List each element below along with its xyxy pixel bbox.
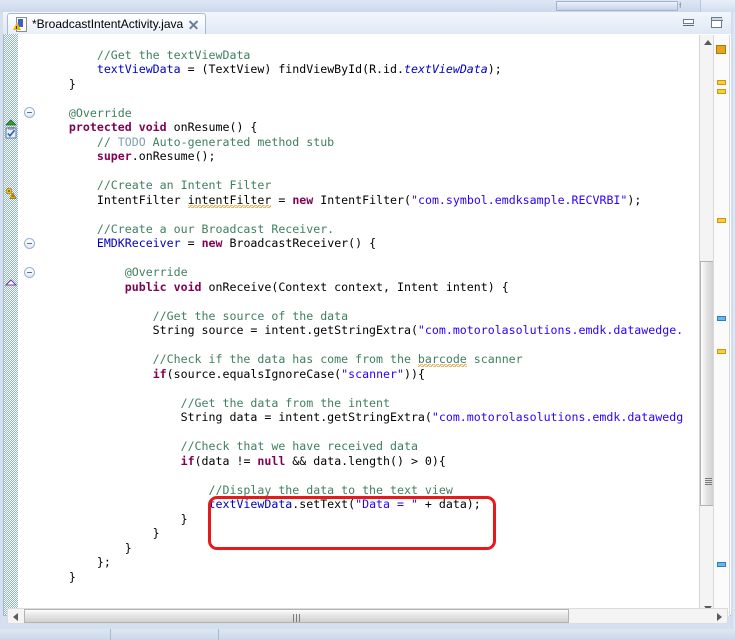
overview-marker-warning[interactable] <box>717 89 726 94</box>
background-window-field <box>556 1 678 11</box>
minimize-button[interactable] <box>681 15 696 30</box>
source-code-text: //Get the textViewData textViewData = (T… <box>41 46 683 585</box>
horizontal-scrollbar[interactable] <box>7 608 728 624</box>
eclipse-editor-window: ⟊ *BroadcastIntentActivity.java <box>0 0 735 640</box>
overview-marker-info[interactable] <box>717 316 726 321</box>
workbench-bottom-strip <box>0 629 735 640</box>
fold-toggle-onreceive[interactable] <box>24 267 35 278</box>
fold-toggle-onresume[interactable] <box>24 107 35 118</box>
overview-bottom-arrow-icon <box>5 276 17 288</box>
source-code-area[interactable]: //Get the textViewData textViewData = (T… <box>41 34 731 615</box>
editor-tab-bar: *BroadcastIntentActivity.java <box>3 12 732 35</box>
tab-title: *BroadcastIntentActivity.java <box>32 17 183 31</box>
scrollbar-grip-icon <box>293 613 302 621</box>
task-checkbox-icon <box>5 127 17 139</box>
scroll-right-button[interactable] <box>712 609 727 623</box>
workbench-right-edge <box>731 12 735 629</box>
code-folding-column[interactable] <box>19 34 41 615</box>
overview-marker-warning[interactable] <box>717 80 726 85</box>
editor-body: //Get the textViewData textViewData = (T… <box>3 34 732 616</box>
overview-marker-info[interactable] <box>717 562 726 567</box>
maximize-icon <box>711 17 722 28</box>
background-window-right-pane <box>700 0 735 12</box>
overview-marker-warning[interactable] <box>717 218 726 223</box>
tab-broadcastintentactivity-java[interactable]: *BroadcastIntentActivity.java <box>7 13 206 34</box>
warning-key-icon <box>5 187 17 199</box>
overview-marker-warning[interactable] <box>716 45 726 54</box>
background-window-marker: ⟊ <box>679 1 687 10</box>
minimize-icon <box>683 19 694 26</box>
scrollbar-grip-icon <box>705 478 712 485</box>
outer-window-top-strip: ⟊ <box>0 0 735 12</box>
java-file-warning-icon <box>14 17 27 31</box>
fold-toggle-broadcastreceiver[interactable] <box>24 238 35 249</box>
horizontal-scrollbar-thumb[interactable] <box>24 609 569 623</box>
editor-panel: *BroadcastIntentActivity.java <box>3 12 732 627</box>
annotation-ruler[interactable] <box>4 34 19 615</box>
overview-ruler[interactable] <box>713 35 730 616</box>
maximize-button[interactable] <box>709 15 724 30</box>
close-icon[interactable] <box>188 19 199 30</box>
overview-marker-warning[interactable] <box>717 349 726 354</box>
scroll-left-button[interactable] <box>8 609 23 623</box>
window-controls <box>681 15 724 30</box>
